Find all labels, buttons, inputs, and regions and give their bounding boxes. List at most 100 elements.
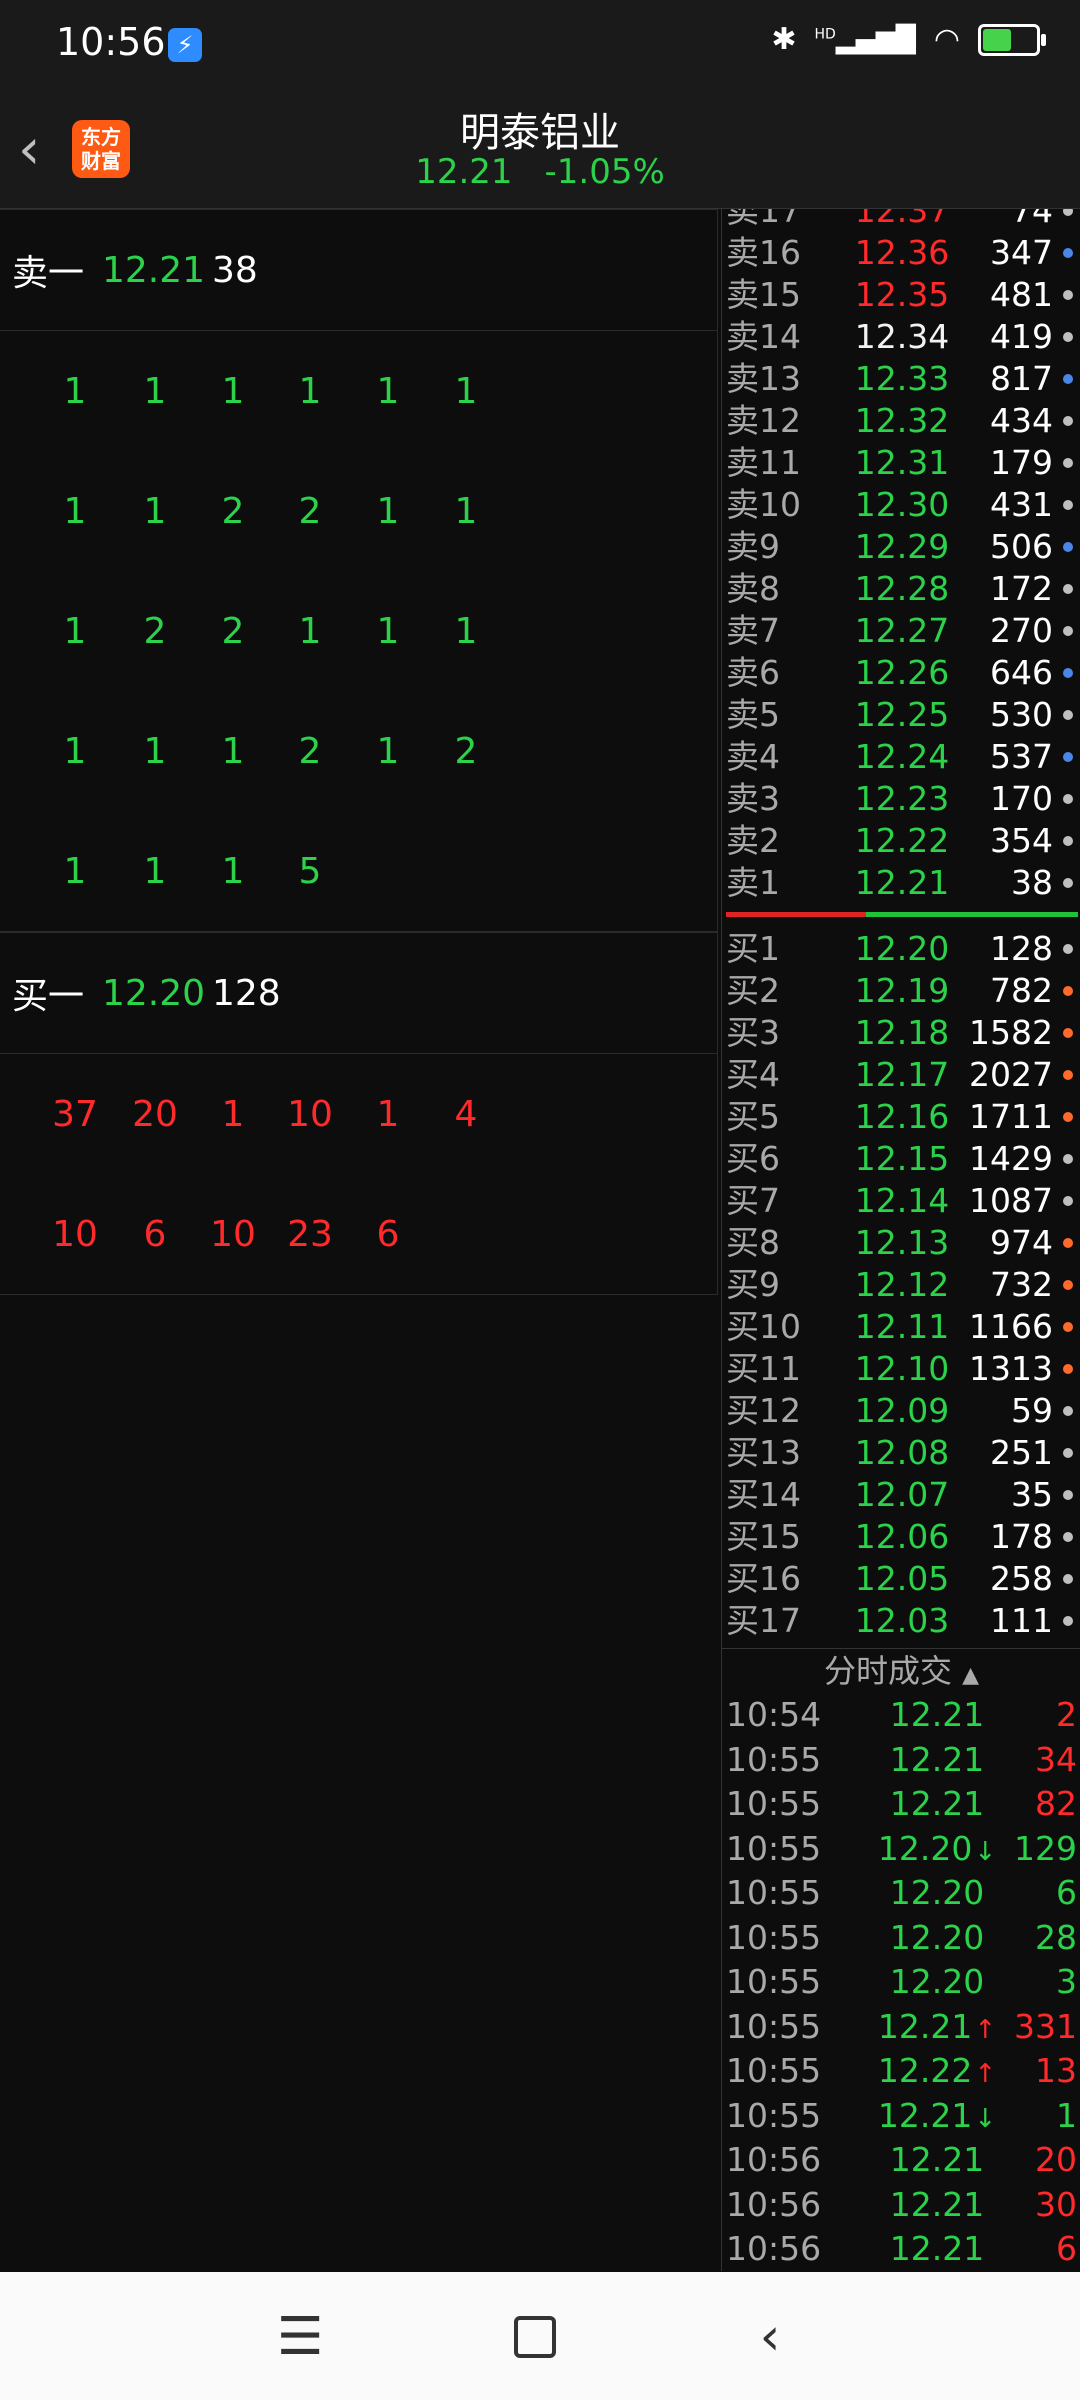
level-label: 卖16: [726, 233, 801, 272]
bid-row[interactable]: 买4 12.17 2027: [722, 1054, 1080, 1096]
queue-cell: 1: [221, 731, 245, 772]
queue-cell: 10: [210, 1214, 256, 1255]
ask-row[interactable]: 卖7 12.27 270: [722, 610, 1080, 652]
order-dot-icon: [1063, 752, 1073, 762]
bid-row[interactable]: 买7 12.14 1087: [722, 1180, 1080, 1222]
tick-time: 10:55: [726, 1873, 822, 1912]
ask-row[interactable]: 卖4 12.24 537: [722, 736, 1080, 778]
bid-row[interactable]: 买3 12.18 1582: [722, 1012, 1080, 1054]
level-volume: 646: [990, 653, 1053, 692]
queue-cell: 1: [454, 491, 478, 532]
ask-row[interactable]: 卖12 12.32 434: [722, 400, 1080, 442]
queue-cell: 2: [221, 611, 245, 652]
ask-list: 卖17 12.37 74 卖16 12.36 347 卖15 12.35 481 卖14 12.34…: [722, 209, 1080, 900]
ask-row[interactable]: 卖6 12.26 646: [722, 652, 1080, 694]
queue-cell: 1: [143, 371, 167, 412]
ask-row[interactable]: 卖15 12.35 481: [722, 274, 1080, 316]
level-price: 12.22: [854, 821, 950, 860]
ask-row[interactable]: 卖5 12.25 530: [722, 694, 1080, 736]
bid-row[interactable]: 买10 12.11 1166: [722, 1306, 1080, 1348]
tick-time: 10:55: [726, 2006, 822, 2046]
order-dot-icon: [1063, 458, 1073, 468]
ask-row[interactable]: 卖14 12.34 419: [722, 316, 1080, 358]
tick-price: 12.20↓: [872, 1827, 1002, 1874]
ask-row[interactable]: 卖10 12.30 431: [722, 484, 1080, 526]
tick-price: 12.21: [872, 1738, 1002, 1782]
ask-row[interactable]: 卖1 12.21 38: [722, 862, 1080, 900]
tick-time: 10:55: [726, 2095, 822, 2135]
bid-row[interactable]: 买6 12.15 1429: [722, 1138, 1080, 1180]
level-volume: 1582: [969, 1013, 1053, 1052]
ask-row[interactable]: 卖9 12.29 506: [722, 526, 1080, 568]
level-volume: 419: [990, 317, 1053, 356]
tick-price: 12.20: [872, 1871, 1002, 1915]
level-price: 12.35: [854, 275, 950, 314]
level-volume: 74: [1011, 209, 1053, 230]
ask-row[interactable]: 卖11 12.31 179: [722, 442, 1080, 484]
ask-row[interactable]: 卖8 12.28 172: [722, 568, 1080, 610]
queue-cell: 1: [221, 1094, 245, 1135]
tick-row: 10:55 12.20 28: [722, 1916, 1080, 1961]
sell1-label: 卖一: [12, 253, 85, 294]
bid-row[interactable]: 买13 12.08 251: [722, 1432, 1080, 1474]
level-price: 12.12: [854, 1265, 950, 1304]
tick-price-value: 12.22: [877, 2051, 973, 2090]
menu-icon[interactable]: ☰: [265, 2302, 335, 2372]
level-price: 12.10: [854, 1349, 950, 1388]
tick-header-label: 分时成交: [823, 1652, 952, 1690]
order-dot-icon: [1063, 1364, 1073, 1374]
bid-row[interactable]: 买5 12.16 1711: [722, 1096, 1080, 1138]
queue-cell: 1: [63, 851, 87, 892]
level-label: 卖15: [726, 275, 801, 314]
buy-queue-grid: 37 20 1 10 1 4 10 6 10 23 6: [0, 1054, 718, 1295]
bid-row[interactable]: 买15 12.06 178: [722, 1516, 1080, 1558]
ask-row[interactable]: 卖13 12.33 817: [722, 358, 1080, 400]
level-label: 卖14: [726, 317, 801, 356]
tick-price-value: 12.21: [877, 2095, 973, 2135]
system-nav-bar: ☰ ‹: [0, 2272, 1080, 2400]
queue-row: 1 1 1 1 1 1: [0, 331, 717, 451]
tick-price-value: 12.21: [889, 1739, 985, 1779]
tick-time: 10:56: [726, 2184, 822, 2224]
ask-row[interactable]: 卖3 12.23 170: [722, 778, 1080, 820]
bid-row[interactable]: 买11 12.10 1313: [722, 1348, 1080, 1390]
bid-row[interactable]: 买12 12.09 59: [722, 1390, 1080, 1432]
tick-volume: 3: [1056, 1962, 1077, 2001]
tick-price-value: 12.21: [889, 1695, 985, 1734]
queue-cell: 1: [143, 851, 167, 892]
level-volume: 817: [990, 359, 1053, 398]
bid-row[interactable]: 买2 12.19 782: [722, 970, 1080, 1012]
bid-row[interactable]: 买17 12.03 111: [722, 1600, 1080, 1642]
order-book-panel[interactable]: 卖17 12.37 74 卖16 12.36 347 卖15 12.35 481 卖14 12.34…: [721, 209, 1080, 2271]
order-dot-icon: [1063, 1112, 1073, 1122]
order-dot-icon: [1063, 374, 1073, 384]
back-icon[interactable]: ‹: [735, 2302, 805, 2372]
queue-cell: 1: [63, 611, 87, 652]
level-volume: 258: [990, 1559, 1053, 1598]
tick-volume: 1: [1056, 2095, 1077, 2135]
order-dot-icon: [1063, 1322, 1073, 1332]
level-label: 买3: [726, 1013, 780, 1052]
buy1-row: 买一 12.20 128: [0, 932, 718, 1054]
level-volume: 1711: [969, 1097, 1053, 1136]
bid-row[interactable]: 买14 12.07 35: [722, 1474, 1080, 1516]
home-icon[interactable]: [500, 2302, 570, 2372]
ask-row[interactable]: 卖2 12.22 354: [722, 820, 1080, 862]
tick-volume: 34: [1035, 1739, 1077, 1779]
tick-time: 10:55: [726, 1962, 822, 2001]
level-label: 买7: [726, 1181, 780, 1220]
order-dot-icon: [1063, 290, 1073, 300]
ask-row[interactable]: 卖16 12.36 347: [722, 232, 1080, 274]
level-label: 卖7: [726, 611, 780, 650]
tick-row: 10:55 12.20↓ 129: [722, 1827, 1080, 1872]
queue-cell: 20: [132, 1094, 178, 1135]
bid-row[interactable]: 买1 12.20 128: [722, 928, 1080, 970]
bid-row[interactable]: 买16 12.05 258: [722, 1558, 1080, 1600]
level-price: 12.11: [854, 1307, 950, 1346]
tick-volume: 331: [1014, 2006, 1077, 2046]
tick-list-header[interactable]: 分时成交 ▲: [722, 1648, 1080, 1693]
level-label: 卖11: [726, 443, 801, 482]
bid-row[interactable]: 买9 12.12 732: [722, 1264, 1080, 1306]
bid-row[interactable]: 买8 12.13 974: [722, 1222, 1080, 1264]
ask-row[interactable]: 卖17 12.37 74: [722, 209, 1080, 232]
